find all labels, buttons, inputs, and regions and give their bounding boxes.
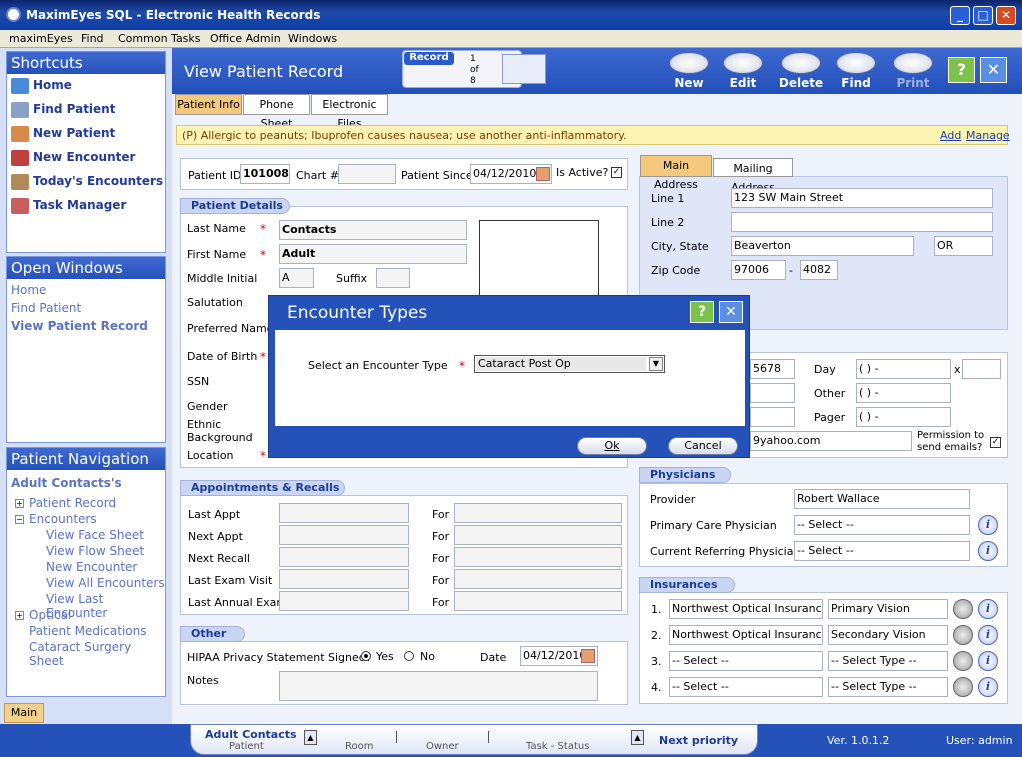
find-icon xyxy=(836,52,876,74)
shortcut-new-patient[interactable]: New Patient xyxy=(33,126,115,140)
tree-cataract-surgery-sheet[interactable]: Cataract Surgery Sheet xyxy=(29,640,165,668)
encounter-types-dialog: Encounter Types ? ✕ Select an Encounter … xyxy=(268,295,750,458)
task-manager-icon xyxy=(11,198,29,214)
next-priority-label[interactable]: Next priority xyxy=(659,734,738,747)
user-text: User: admin xyxy=(946,734,1013,747)
delete-icon xyxy=(781,52,821,74)
title-bar: MaximEyes SQL - Electronic Health Record… xyxy=(0,0,1022,30)
encounter-type-select[interactable]: Cataract Post Op ▼ xyxy=(474,355,665,373)
status-patient-label: Patient xyxy=(229,741,264,752)
find-patient-icon xyxy=(11,102,29,118)
home-icon xyxy=(11,78,29,94)
tree-new-encounter[interactable]: New Encounter xyxy=(46,560,137,574)
find-label: Find xyxy=(841,76,871,90)
page-title: View Patient Record xyxy=(184,62,344,81)
maximize-button[interactable]: □ xyxy=(973,6,993,25)
open-window-find-patient[interactable]: Find Patient xyxy=(11,301,81,315)
menu-common-tasks[interactable]: Common Tasks xyxy=(118,32,201,45)
tree-view-all-encounters[interactable]: View All Encounters xyxy=(46,576,165,590)
encounter-type-label: Select an Encounter Type xyxy=(308,359,448,372)
new-label: New xyxy=(674,76,704,90)
print-icon xyxy=(893,52,933,74)
new-icon xyxy=(669,52,709,74)
encounter-type-value: Cataract Post Op xyxy=(476,357,646,371)
todays-encounters-icon xyxy=(11,174,29,190)
dialog-title: Encounter Types xyxy=(287,303,428,323)
main-header: View Patient Record Record 1 of 8 New Ed… xyxy=(172,48,1022,94)
edit-icon xyxy=(723,52,763,74)
patient-navigation-panel: Patient Navigation Adult Contacts's + Pa… xyxy=(6,447,166,697)
version-text: Ver. 1.0.1.2 xyxy=(827,734,890,747)
menu-bar: maximEyes Find Common Tasks Office Admin… xyxy=(0,30,1022,48)
shortcut-find-patient[interactable]: Find Patient xyxy=(33,102,115,116)
shortcut-todays-encounters[interactable]: Today's Encounters xyxy=(33,174,163,188)
open-window-view-patient-record[interactable]: View Patient Record xyxy=(11,319,148,333)
open-window-home[interactable]: Home xyxy=(11,283,46,297)
status-room-label: Room xyxy=(345,741,374,752)
window-title: MaximEyes SQL - Electronic Health Record… xyxy=(26,8,321,22)
print-label: Print xyxy=(896,76,930,90)
menu-maximeyes[interactable]: maximEyes xyxy=(9,32,73,45)
find-button[interactable]: Find xyxy=(831,52,881,90)
tree-patient-record[interactable]: Patient Record xyxy=(29,496,116,510)
close-button[interactable]: ✕ xyxy=(996,6,1016,25)
new-patient-icon xyxy=(11,126,29,142)
menu-find[interactable]: Find xyxy=(81,32,104,45)
shortcut-home[interactable]: Home xyxy=(33,78,72,92)
up-arrow-icon[interactable]: ▲ xyxy=(631,730,644,745)
expand-icon[interactable]: + xyxy=(15,499,24,508)
app-icon xyxy=(6,7,21,22)
open-windows-header: Open Windows xyxy=(7,257,165,279)
tree-view-flow-sheet[interactable]: View Flow Sheet xyxy=(46,544,144,558)
menu-office-admin[interactable]: Office Admin xyxy=(210,32,281,45)
ok-button[interactable]: Ok xyxy=(577,437,647,455)
help-icon[interactable]: ? xyxy=(948,57,975,83)
record-of: of xyxy=(470,65,479,75)
tree-patient-medications[interactable]: Patient Medications xyxy=(29,624,146,638)
collapse-icon[interactable]: − xyxy=(15,515,24,524)
shortcut-new-encounter[interactable]: New Encounter xyxy=(33,150,135,164)
print-button[interactable]: Print xyxy=(888,52,938,90)
chevron-down-icon[interactable]: ▼ xyxy=(649,357,663,371)
tree-view-face-sheet[interactable]: View Face Sheet xyxy=(46,528,144,542)
shortcuts-header: Shortcuts xyxy=(7,52,165,74)
status-task-label: Task - Status xyxy=(526,741,590,752)
delete-button[interactable]: Delete xyxy=(776,52,826,90)
patient-navigation-header: Patient Navigation xyxy=(7,448,165,470)
expand-icon[interactable]: + xyxy=(15,611,24,620)
patient-name: Adult Contacts's xyxy=(11,476,122,490)
help-icon[interactable]: ? xyxy=(690,301,714,323)
record-number: 1 xyxy=(470,54,476,64)
delete-label: Delete xyxy=(778,76,824,90)
record-thumbnail-icon xyxy=(502,54,546,84)
menu-windows[interactable]: Windows xyxy=(288,32,337,45)
record-label: Record xyxy=(404,52,454,65)
dialog-body: Select an Encounter Type * Cataract Post… xyxy=(275,330,745,426)
main-tab[interactable]: Main xyxy=(4,703,44,723)
close-record-icon[interactable]: ✕ xyxy=(980,57,1007,83)
shortcut-task-manager[interactable]: Task Manager xyxy=(33,198,126,212)
record-total: 8 xyxy=(470,76,476,86)
edit-button[interactable]: Edit xyxy=(718,52,768,90)
new-button[interactable]: New xyxy=(664,52,714,90)
divider xyxy=(396,731,397,743)
edit-label: Edit xyxy=(729,76,757,90)
tree-encounters[interactable]: Encounters xyxy=(29,512,97,526)
shortcuts-panel: Shortcuts Home Find Patient New Patient … xyxy=(6,51,166,253)
close-icon[interactable]: ✕ xyxy=(719,301,743,323)
cancel-button[interactable]: Cancel xyxy=(668,437,738,455)
minimize-button[interactable]: _ xyxy=(950,6,970,25)
tree-optical[interactable]: Optical xyxy=(29,608,71,622)
up-arrow-icon[interactable]: ▲ xyxy=(304,730,317,745)
open-windows-panel: Open Windows Home Find Patient View Pati… xyxy=(6,256,166,443)
status-patient-name[interactable]: Adult Contacts xyxy=(205,728,297,741)
divider xyxy=(488,731,489,743)
required-marker: * xyxy=(459,359,465,373)
status-owner-label: Owner xyxy=(426,741,459,752)
encounter-status-bar: Adult Contacts Patient ▲ Room Owner Task… xyxy=(190,724,758,755)
new-encounter-icon xyxy=(11,150,29,166)
